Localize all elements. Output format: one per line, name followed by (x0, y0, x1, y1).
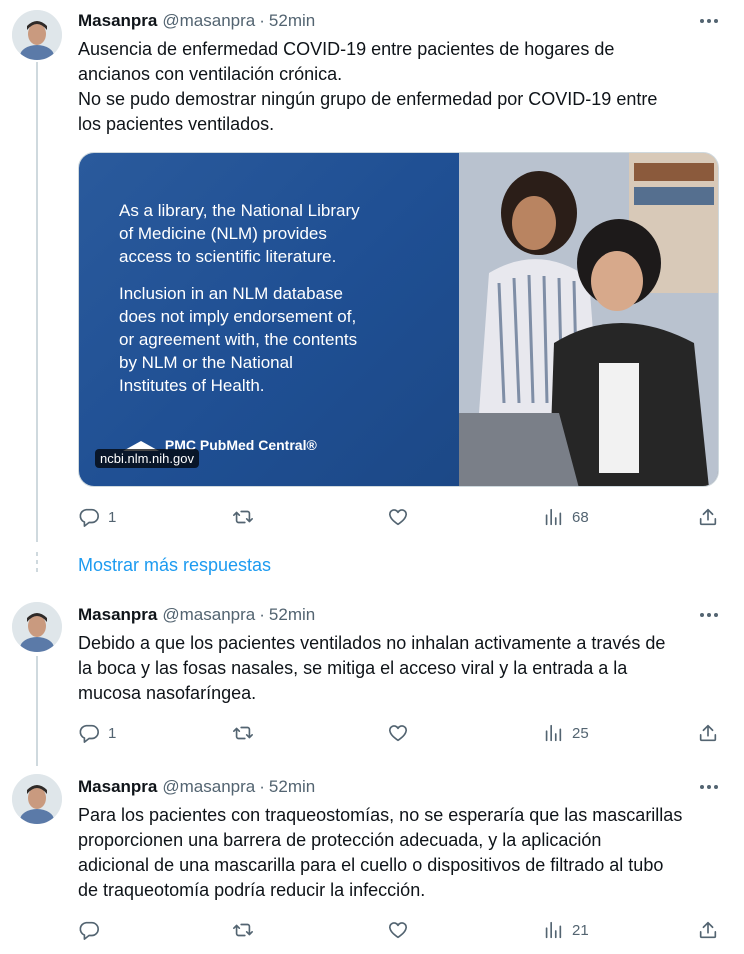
tweet-text: Ausencia de enfermedad COVID-19 entre pa… (78, 37, 723, 137)
share-icon (699, 921, 717, 939)
timestamp[interactable]: 52min (269, 777, 315, 797)
link-card[interactable]: As a library, the National Library of Me… (78, 152, 719, 487)
author-handle[interactable]: @masanpra (162, 777, 255, 797)
more-icon[interactable] (698, 10, 720, 32)
separator: · (259, 605, 265, 624)
like-icon (388, 509, 408, 526)
share-button[interactable] (697, 913, 719, 947)
thread-line (36, 62, 38, 542)
retweet-button[interactable] (232, 716, 254, 750)
tweet-actions: 1 68 (68, 500, 728, 534)
views-button[interactable]: 25 (542, 716, 589, 750)
like-button[interactable] (387, 716, 409, 750)
reply-icon (79, 921, 99, 940)
author-handle[interactable]: @masanpra (162, 11, 255, 31)
author-name[interactable]: Masanpra (78, 777, 157, 797)
retweet-button[interactable] (232, 913, 254, 947)
separator: · (259, 11, 265, 30)
share-button[interactable] (697, 716, 719, 750)
avatar[interactable] (12, 10, 62, 60)
reply-count: 1 (108, 724, 117, 742)
card-domain: ncbi.nlm.nih.gov (95, 449, 199, 468)
avatar[interactable] (12, 602, 62, 652)
share-icon (699, 724, 717, 742)
tweet-actions: 1 25 (68, 716, 728, 750)
author-handle[interactable]: @masanpra (162, 605, 255, 625)
more-icon[interactable] (698, 776, 720, 798)
card-photo (439, 153, 718, 486)
share-button[interactable] (697, 500, 719, 534)
author-name[interactable]: Masanpra (78, 605, 157, 625)
timestamp[interactable]: 52min (269, 605, 315, 625)
views-button[interactable]: 68 (542, 500, 589, 534)
tweet-text: Para los pacientes con traqueostomías, n… (78, 803, 723, 903)
separator: · (259, 777, 265, 796)
views-icon (545, 724, 562, 742)
timestamp[interactable]: 52min (269, 11, 315, 31)
tweet-text: Debido a que los pacientes ventilados no… (78, 631, 723, 706)
reply-button[interactable]: 1 (78, 716, 116, 750)
card-image-text-panel: As a library, the National Library of Me… (79, 153, 469, 486)
card-paragraph-1: As a library, the National Library of Me… (119, 201, 360, 266)
more-icon[interactable] (698, 604, 720, 626)
like-icon (388, 725, 408, 742)
show-more-replies-link[interactable]: Mostrar más respuestas (78, 555, 271, 576)
reply-button[interactable]: 1 (78, 500, 116, 534)
card-text-2: Inclusion in an NLM database does not im… (119, 282, 419, 397)
thread-gap-dots (36, 552, 38, 580)
tweet-actions: 21 (68, 913, 728, 947)
share-icon (699, 508, 717, 526)
retweet-icon (233, 726, 253, 740)
views-count: 21 (572, 921, 589, 939)
card-text: As a library, the National Library of Me… (119, 199, 419, 268)
card-paragraph-2: Inclusion in an NLM database does not im… (119, 284, 358, 395)
views-button[interactable]: 21 (542, 913, 589, 947)
tweet-text-content: Debido a que los pacientes ventilados no… (78, 633, 666, 703)
views-icon (545, 921, 562, 939)
author-name[interactable]: Masanpra (78, 11, 157, 31)
reply-button[interactable] (78, 913, 108, 947)
like-button[interactable] (387, 913, 409, 947)
tweet-header: Masanpra @masanpra · 52min (78, 10, 315, 32)
retweet-button[interactable] (232, 500, 254, 534)
avatar[interactable] (12, 774, 62, 824)
like-button[interactable] (387, 500, 409, 534)
tweet-header: Masanpra @masanpra · 52min (78, 604, 315, 626)
reply-count: 1 (108, 508, 117, 526)
reply-icon (79, 724, 99, 743)
tweet-header: Masanpra @masanpra · 52min (78, 776, 315, 798)
views-count: 25 (572, 724, 589, 742)
like-icon (388, 922, 408, 939)
thread-line (36, 656, 38, 766)
reply-icon (79, 508, 99, 527)
tweet-text-content: Ausencia de enfermedad COVID-19 entre pa… (78, 39, 658, 134)
retweet-icon (233, 923, 253, 937)
tweet-text-content: Para los pacientes con traqueostomías, n… (78, 805, 683, 900)
views-icon (545, 508, 562, 526)
retweet-icon (233, 510, 253, 524)
views-count: 68 (572, 508, 589, 526)
